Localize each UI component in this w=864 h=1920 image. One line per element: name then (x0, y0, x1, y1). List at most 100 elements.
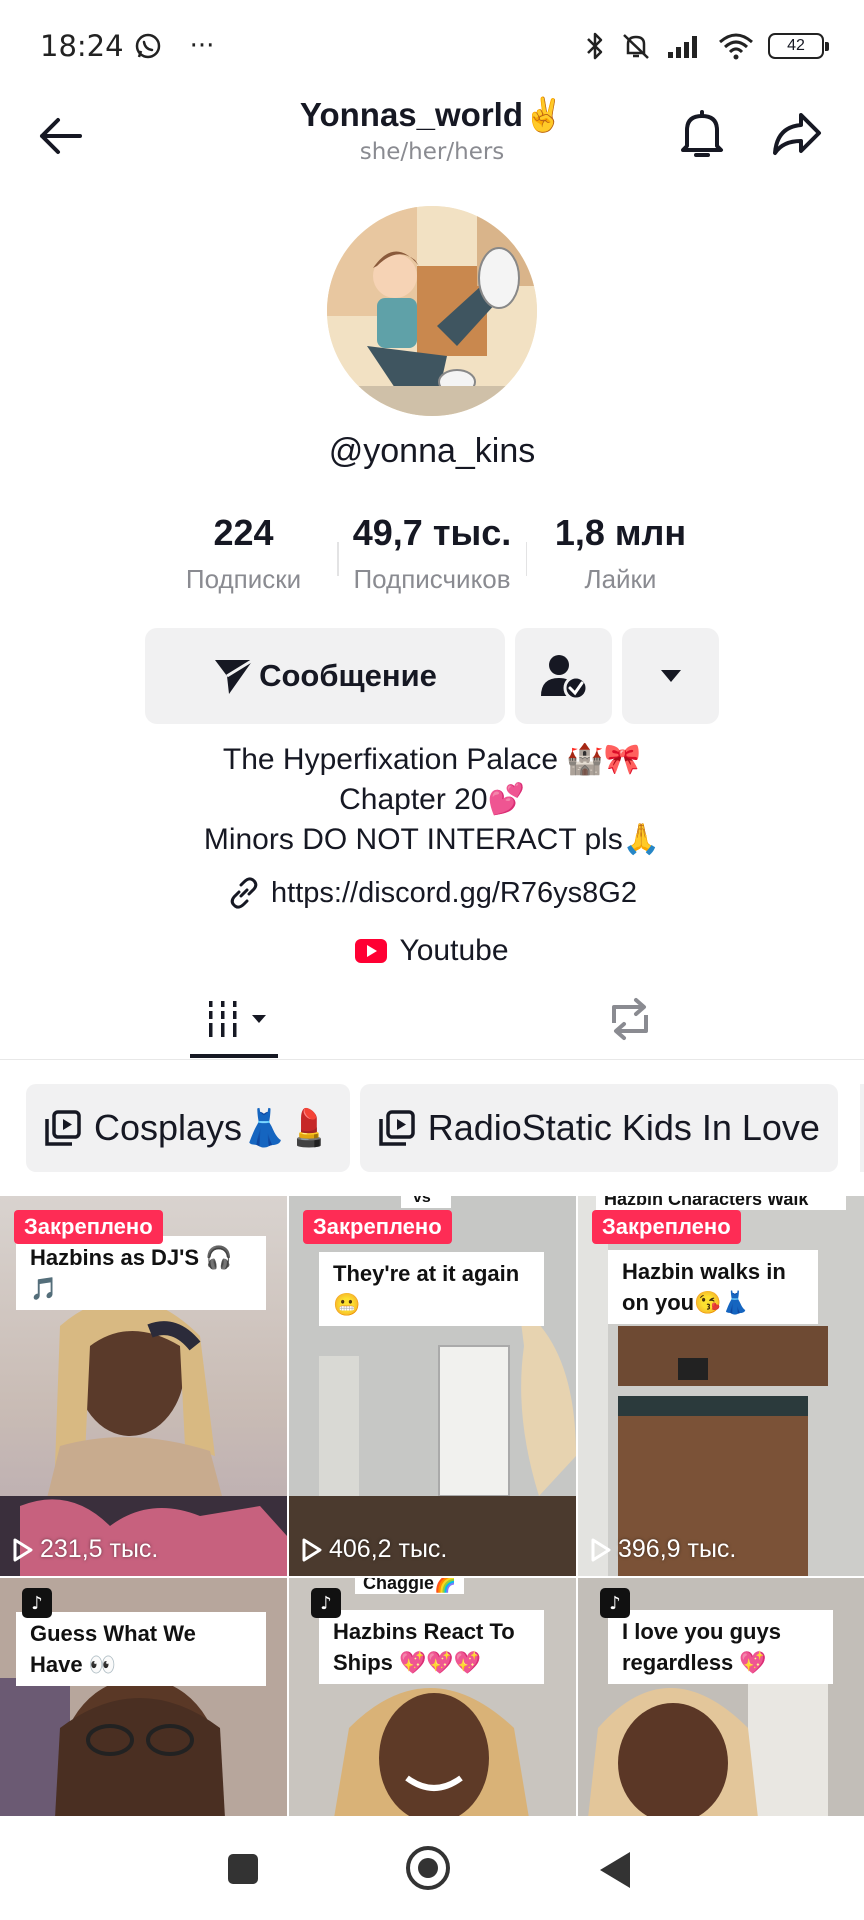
youtube-icon (355, 939, 388, 963)
video-top-label: Chaggie🌈 (355, 1578, 465, 1594)
share-arrow-icon (773, 113, 821, 155)
profile-display-name: Yonnas_world✌️ (299, 96, 565, 133)
view-count: 406,2 тыс. (301, 1535, 447, 1564)
back-arrow-icon (40, 118, 82, 154)
view-count-text: 396,9 тыс. (618, 1535, 737, 1563)
playlist-radiostatic[interactable]: RadioStatic Kids In Love (359, 1084, 838, 1172)
playlist-label: Cosplays👗💄 (94, 1107, 332, 1148)
profile-bio: The Hyperfixation Palace 🏰🎀 Chapter 20💕 … (0, 740, 864, 860)
pinned-badge: Закреплено (303, 1210, 452, 1244)
silent-mode-icon (623, 34, 649, 59)
video-grid: Закреплено Hazbins as DJ'S 🎧🎵 231,5 тыс.… (0, 1196, 864, 1816)
followers-stat[interactable]: 49,7 тыс. Подписчиков (339, 512, 526, 602)
home-dot-icon (418, 1858, 438, 1878)
caret-down-icon (660, 670, 681, 682)
view-count-text: 231,5 тыс. (40, 1535, 159, 1563)
avatar-illustration (327, 206, 537, 416)
active-tab-indicator (190, 1054, 278, 1058)
share-button[interactable] (762, 104, 832, 164)
playlist-icon (378, 1110, 415, 1146)
pinned-badge: Закреплено (592, 1210, 741, 1244)
profile-stats: 224 Подписки 49,7 тыс. Подписчиков 1,8 м… (150, 512, 714, 602)
tiktok-logo-icon: ♪ (311, 1588, 341, 1618)
video-thumbnail[interactable]: Hazbin Characters Walk Закреплено Hazbin… (578, 1196, 864, 1576)
likes-label: Лайки (584, 564, 657, 594)
view-count: 396,9 тыс. (590, 1535, 736, 1564)
profile-actions: Сообщение (145, 628, 719, 724)
user-check-icon (540, 655, 588, 700)
status-bar: 18:24 ··· 42 (0, 0, 864, 92)
play-icon (13, 1538, 33, 1561)
profile-tabs (0, 978, 864, 1060)
play-icon (302, 1538, 322, 1561)
following-stat[interactable]: 224 Подписки (150, 512, 337, 602)
bio-line: Minors DO NOT INTERACT pls🙏 (203, 823, 661, 856)
tab-videos[interactable] (190, 992, 280, 1046)
notifications-button[interactable] (672, 104, 732, 164)
video-thumbnail[interactable]: Chaggie🌈 ♪ Hazbins React To Ships 💖💖💖 (289, 1578, 576, 1816)
send-icon (215, 658, 254, 694)
view-count: 231,5 тыс. (12, 1535, 158, 1564)
youtube-link-text: Youtube (399, 934, 509, 967)
followers-label: Подписчиков (353, 564, 511, 594)
video-caption: Hazbin walks in on you😘👗 (608, 1250, 818, 1324)
profile-username: @yonna_kins (328, 432, 536, 470)
message-button-label: Сообщение (259, 658, 437, 693)
following-label: Подписки (185, 564, 302, 594)
video-caption: I love you guys regardless 💖 (608, 1610, 833, 1684)
video-grid-icon (209, 1001, 237, 1037)
bio-line: The Hyperfixation Palace 🏰🎀 (222, 743, 642, 776)
youtube-link[interactable]: Youtube (0, 934, 864, 968)
pinned-badge: Закреплено (14, 1210, 163, 1244)
profile-pronouns: she/her/hers (359, 139, 505, 165)
playlist-cosplays[interactable]: Cosplays👗💄 (26, 1084, 350, 1172)
following-status-button[interactable] (515, 628, 612, 724)
video-thumbnail[interactable]: Закреплено Hazbins as DJ'S 🎧🎵 231,5 тыс. (0, 1196, 287, 1576)
header-title-block: Yonnas_world✌️ she/her/hers (200, 96, 664, 165)
video-top-label: Hazbin Characters Walk (596, 1196, 846, 1210)
suggested-accounts-button[interactable] (622, 628, 719, 724)
bio-link[interactable]: https://discord.gg/R76ys8G2 (0, 876, 864, 910)
video-thumbnail[interactable]: ♪ Guess What We Have 👀 (0, 1578, 287, 1816)
tiktok-logo-icon: ♪ (600, 1588, 630, 1618)
playlist-icon (45, 1110, 81, 1146)
likes-count: 1,8 млн (554, 512, 687, 553)
tiktok-logo-icon: ♪ (22, 1588, 52, 1618)
video-caption: Hazbins React To Ships 💖💖💖 (319, 1610, 544, 1684)
bio-line: Chapter 20💕 (339, 783, 525, 816)
system-navigation-bar (0, 1816, 864, 1920)
message-button[interactable]: Сообщение (145, 628, 505, 724)
video-thumbnail[interactable]: ♪ I love you guys regardless 💖 (578, 1578, 864, 1816)
back-button[interactable] (30, 110, 90, 162)
video-caption: Hazbins as DJ'S 🎧🎵 (16, 1236, 266, 1310)
signal-icon (668, 36, 697, 58)
followers-count: 49,7 тыс. (352, 512, 512, 553)
video-thumbnail[interactable]: vs Закреплено They're at it again 😬 406,… (289, 1196, 576, 1576)
playlists-row: Cosplays👗💄 RadioStatic Kids In Love (26, 1084, 838, 1172)
video-caption: Guess What We Have 👀 (16, 1612, 266, 1686)
following-count: 224 (213, 512, 274, 553)
tab-reposts[interactable] (595, 992, 665, 1046)
video-top-label: vs (407, 1196, 437, 1208)
playlist-overflow-edge (860, 1084, 864, 1172)
profile-header: Yonnas_world✌️ she/her/hers (0, 92, 864, 178)
view-count-text: 406,2 тыс. (329, 1535, 448, 1563)
video-caption: They're at it again 😬 (319, 1252, 544, 1326)
likes-stat[interactable]: 1,8 млн Лайки (527, 512, 714, 602)
play-icon (591, 1538, 611, 1561)
caret-down-icon (252, 1015, 266, 1023)
system-back-button[interactable] (598, 1850, 632, 1890)
bell-icon (681, 110, 723, 157)
bluetooth-icon (587, 32, 603, 60)
link-icon (230, 877, 258, 909)
avatar[interactable] (327, 206, 537, 416)
home-button[interactable] (406, 1846, 450, 1890)
battery-indicator: 42 (768, 33, 829, 59)
repost-icon (612, 998, 648, 1040)
whatsapp-icon (135, 33, 160, 59)
recent-apps-button[interactable] (228, 1854, 258, 1884)
status-time: 18:24 (40, 29, 124, 63)
playlist-label: RadioStatic Kids In Love (427, 1107, 820, 1148)
bio-link-text: https://discord.gg/R76ys8G2 (271, 876, 637, 909)
notification-more-icon: ··· (189, 31, 215, 61)
